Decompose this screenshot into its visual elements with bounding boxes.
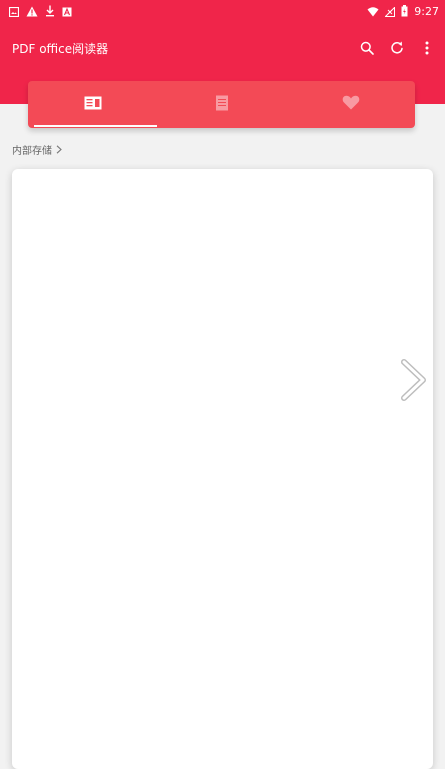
status-time: 9:27 — [414, 4, 439, 18]
battery-icon — [401, 2, 408, 21]
more-vert-icon[interactable] — [419, 40, 435, 56]
book-icon — [84, 95, 102, 114]
tab-active-indicator — [34, 125, 157, 127]
search-icon[interactable] — [359, 40, 375, 56]
refresh-icon[interactable] — [389, 40, 405, 56]
file-list-panel — [12, 169, 433, 769]
breadcrumb-label: 内部存储 — [12, 145, 52, 157]
status-bar: 9:27 — [0, 0, 445, 18]
tab-favorites[interactable] — [286, 81, 415, 128]
toolbar-actions — [359, 40, 435, 56]
document-icon — [215, 95, 229, 115]
tab-bar — [28, 81, 415, 128]
heart-icon — [342, 95, 360, 114]
tab-books[interactable] — [28, 81, 157, 128]
breadcrumb[interactable]: 内部存储 — [12, 145, 62, 158]
chevron-right-icon — [399, 359, 429, 406]
next-page-button[interactable] — [399, 358, 429, 402]
download-icon — [45, 2, 55, 21]
warning-icon — [26, 2, 38, 21]
tab-documents[interactable] — [157, 81, 286, 128]
a-icon — [62, 2, 72, 21]
chevron-right-icon — [56, 145, 62, 158]
gallery-icon — [8, 2, 20, 21]
no-signal-icon — [384, 2, 396, 21]
wifi-icon — [367, 2, 379, 21]
app-title: PDF office阅读器 — [12, 42, 109, 56]
